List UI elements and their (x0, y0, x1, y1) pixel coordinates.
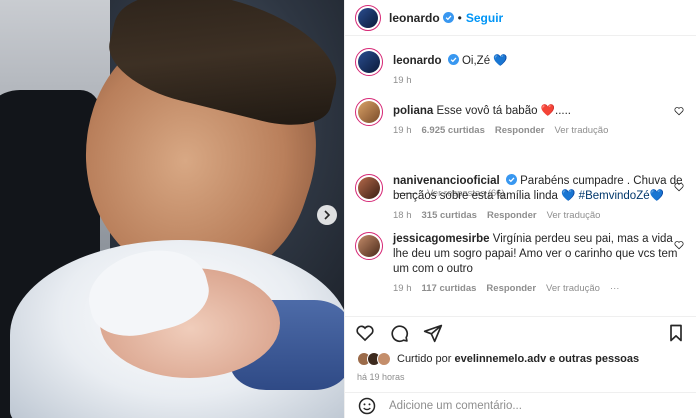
share-icon[interactable] (423, 323, 443, 343)
liker-avatar (377, 352, 391, 366)
liker-username[interactable]: evelinnemelo.adv (454, 353, 546, 365)
follow-button[interactable]: Seguir (466, 11, 503, 25)
comment-likes[interactable]: 6.925 curtidas (422, 125, 485, 136)
comment-emoji: 💙 (649, 190, 664, 202)
comment-likes[interactable]: 117 curtidas (422, 283, 477, 294)
comment-emoji: ❤️..... (540, 105, 571, 117)
comment-time: 19 h (393, 125, 412, 136)
like-comment-heart-icon[interactable] (674, 240, 684, 250)
verified-icon (442, 12, 454, 23)
like-comment-heart-icon[interactable] (674, 182, 684, 192)
comment-time: 19 h (393, 283, 412, 294)
comment-item: jessicagomesirbe Virgínia perdeu seu pai… (355, 232, 686, 294)
comment-emoji: 💙 (561, 190, 576, 202)
like-comment-heart-icon[interactable] (674, 106, 684, 116)
verified-icon (447, 54, 459, 65)
next-slide-button[interactable] (317, 205, 337, 225)
reply-button[interactable]: Responder (495, 125, 545, 136)
comment-icon[interactable] (389, 323, 409, 343)
comment-time: 18 h (393, 210, 412, 221)
comment-item: leonardo Oi,Zé 💙 19 h (355, 48, 686, 86)
hashtag-link[interactable]: #BemvindoZé (579, 190, 650, 202)
reply-button[interactable]: Responder (487, 210, 537, 221)
comment-text: Oi,Zé (461, 55, 491, 67)
comment-username[interactable]: jessicagomesirbe (393, 233, 490, 245)
post-panel: leonardo • Seguir leonardo Oi,Zé 💙 19 h (344, 0, 696, 418)
translate-button[interactable]: Ver tradução (546, 283, 600, 294)
emoji-icon[interactable] (357, 396, 377, 416)
comment-time: 19 h (393, 75, 412, 86)
separator-dot: • (457, 10, 462, 25)
comment-username[interactable]: leonardo (393, 55, 442, 67)
post-header: leonardo • Seguir (345, 0, 696, 36)
translate-button[interactable]: Ver tradução (547, 210, 601, 221)
comment-username[interactable]: nanivenanciooficial (393, 175, 500, 187)
post-photo[interactable] (0, 0, 344, 418)
add-comment-bar (345, 392, 696, 418)
post-time: há 19 horas (357, 372, 405, 382)
more-options-icon[interactable]: ··· (610, 283, 620, 294)
verified-icon (505, 174, 517, 185)
avatar[interactable] (355, 174, 383, 202)
likes-prefix: Curtido por (397, 353, 452, 365)
chevron-right-icon (324, 210, 331, 220)
likes-summary: Curtido por evelinnemelo.adv e outras pe… (357, 352, 639, 366)
reply-button[interactable]: Responder (486, 283, 536, 294)
comments-list: leonardo Oi,Zé 💙 19 h poliana Esse vovô … (345, 42, 696, 307)
likes-suffix[interactable]: e outras pessoas (549, 353, 639, 365)
comment-emoji: 💙 (493, 55, 508, 67)
post-username[interactable]: leonardo (389, 11, 440, 25)
bookmark-icon[interactable] (666, 323, 686, 343)
post-actions (345, 316, 696, 348)
avatar[interactable] (355, 48, 383, 76)
heart-icon[interactable] (355, 323, 375, 343)
avatar[interactable] (355, 4, 381, 31)
avatar[interactable] (355, 98, 383, 126)
translate-button[interactable]: Ver tradução (555, 125, 609, 136)
comment-item: nanivenanciooficial Parabéns cumpadre . … (355, 174, 686, 221)
comment-input[interactable] (389, 399, 589, 412)
avatar[interactable] (355, 232, 383, 260)
comment-item: poliana Esse vovô tá babão ❤️..... 19 h … (355, 98, 686, 136)
comment-username[interactable]: poliana (393, 105, 433, 117)
comment-text: Esse vovô tá babão (436, 105, 538, 117)
comment-likes[interactable]: 315 curtidas (422, 210, 477, 221)
